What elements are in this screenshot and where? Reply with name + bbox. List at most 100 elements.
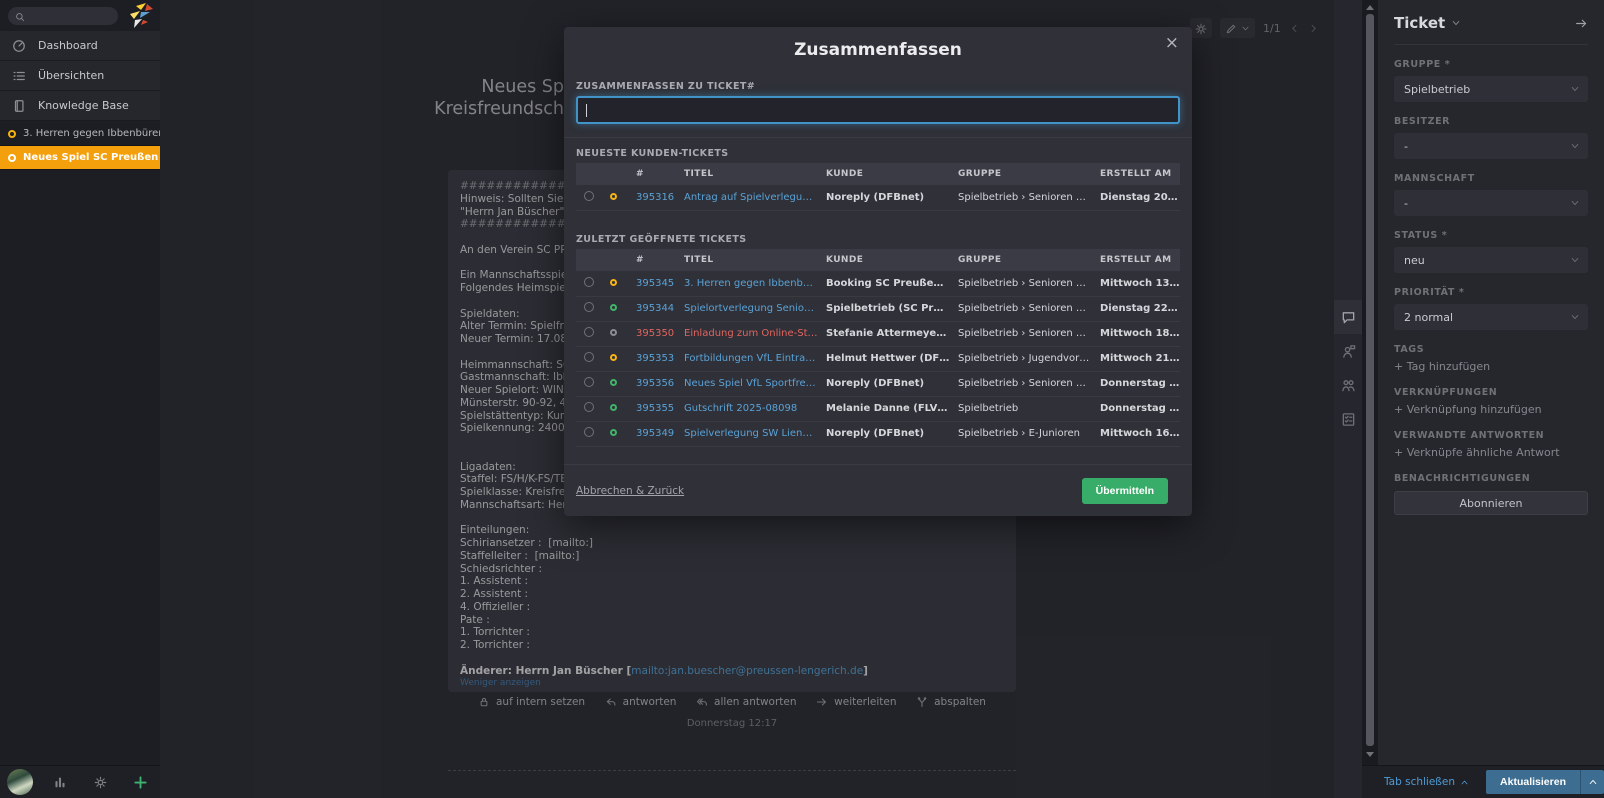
cancel-back-link[interactable]: Abbrechen & Zurück xyxy=(576,485,684,497)
radio-button[interactable] xyxy=(584,302,594,312)
ticket-tab[interactable]: 3. Herren gegen Ibbenbürener S… xyxy=(0,122,160,146)
ticket-state-icon xyxy=(610,193,617,200)
people-icon[interactable] xyxy=(1334,368,1362,402)
ticket-title: Spielortverlegung Senior… xyxy=(676,296,818,321)
scrollbar[interactable] xyxy=(1362,0,1378,765)
row-state-cell xyxy=(602,371,628,396)
ticket-row[interactable]: 395344Spielortverlegung Senior…Spielbetr… xyxy=(576,296,1180,321)
chevron-up-icon xyxy=(1460,776,1469,788)
divider xyxy=(564,464,1192,465)
subscribe-button[interactable]: Abonnieren xyxy=(1394,491,1588,515)
radio-button[interactable] xyxy=(584,277,594,287)
select-mannschaft[interactable]: - xyxy=(1394,190,1588,216)
add-verwandte-antworten-link[interactable]: + Verknüpfe ähnliche Antwort xyxy=(1394,446,1588,459)
customer-tickets-table: #TitelKundeGruppeErstellt am395316Antrag… xyxy=(576,163,1180,211)
new-ticket-plus-icon[interactable] xyxy=(120,775,160,790)
ticket-row[interactable]: 3953453. Herren gegen Ibbenbü…Booking SC… xyxy=(576,271,1180,296)
reports-icon[interactable] xyxy=(40,775,80,789)
ticket-title: Gutschrift 2025-08098 xyxy=(676,396,818,421)
row-state-cell xyxy=(602,296,628,321)
select-status[interactable]: neu xyxy=(1394,247,1588,273)
ticket-tab-label: Neues Spiel SC Preußen Lengeri… xyxy=(23,152,160,163)
merge-ticket-input[interactable] xyxy=(578,98,1178,122)
ticket-number: 395316 xyxy=(628,185,676,210)
ticket-title: Einladung zum Online-St… xyxy=(676,321,818,346)
chevron-down-icon[interactable] xyxy=(1451,18,1461,28)
column-header: Gruppe xyxy=(950,249,1092,271)
ticket-customer: Spielbetrieb (SC Preusse… xyxy=(818,296,950,321)
admin-gear-icon[interactable] xyxy=(80,775,120,789)
sidebar-item-übersichten[interactable]: Übersichten xyxy=(0,61,160,91)
column-header: Erstellt am xyxy=(1092,249,1180,271)
search-icon xyxy=(15,10,25,23)
chat-icon[interactable] xyxy=(1334,300,1362,334)
ticket-row[interactable]: 395355Gutschrift 2025-08098Melanie Danne… xyxy=(576,396,1180,421)
person-chat-icon[interactable] xyxy=(1334,334,1362,368)
add-verknüpfungen-link[interactable]: + Verknüpfung hinzufügen xyxy=(1394,403,1588,416)
ticket-number: 395349 xyxy=(628,421,676,446)
column-header xyxy=(602,163,628,185)
radio-button[interactable] xyxy=(584,352,594,362)
sidebar-title[interactable]: Ticket xyxy=(1394,14,1445,32)
row-state-cell xyxy=(602,271,628,296)
select-gruppe[interactable]: Spielbetrieb xyxy=(1394,76,1588,102)
ticket-row[interactable]: 395353Fortbildungen VfL Eintra…Helmut He… xyxy=(576,346,1180,371)
ticket-row[interactable]: 395316Antrag auf Spielverlegun…Noreply (… xyxy=(576,185,1180,210)
section-label-customer-tickets: Neueste Kunden-Tickets xyxy=(576,148,728,159)
gauge-icon xyxy=(12,39,26,53)
ticket-row[interactable]: 395349Spielverlegung SW Liene…Noreply (D… xyxy=(576,421,1180,446)
column-header: # xyxy=(628,249,676,271)
column-header: Erstellt am xyxy=(1092,163,1180,185)
field-label: Besitzer xyxy=(1394,116,1588,127)
user-avatar[interactable] xyxy=(0,769,40,795)
search-bar[interactable] xyxy=(8,7,118,25)
column-header: # xyxy=(628,163,676,185)
chevron-down-icon xyxy=(1570,198,1580,208)
field-label: Status * xyxy=(1394,230,1588,241)
sidebar-item-knowledge-base[interactable]: Knowledge Base xyxy=(0,91,160,121)
left-sidebar: DashboardÜbersichtenKnowledge Base 3. He… xyxy=(0,0,160,798)
ticket-tab-label: 3. Herren gegen Ibbenbürener S… xyxy=(23,128,160,139)
ticket-number: 395353 xyxy=(628,346,676,371)
ticket-group: Spielbetrieb › Senioren + A-Ju… xyxy=(950,296,1092,321)
section-label: Tags xyxy=(1394,344,1588,355)
scroll-up-arrow-icon[interactable] xyxy=(1366,5,1374,10)
ticket-row[interactable]: 395350Einladung zum Online-St…Stefanie A… xyxy=(576,321,1180,346)
select-prioritt[interactable]: 2 normal xyxy=(1394,304,1588,330)
row-radio-cell xyxy=(576,371,602,396)
close-tab-link[interactable]: Tab schließen xyxy=(1384,776,1469,788)
select-value: Spielbetrieb xyxy=(1404,83,1470,96)
ticket-created: Donnerstag 10:41 xyxy=(1092,396,1180,421)
ticket-tab[interactable]: Neues Spiel SC Preußen Lengeri… xyxy=(0,146,160,170)
column-header: Gruppe xyxy=(950,163,1092,185)
ticket-title: Neues Spiel VfL Sportfre… xyxy=(676,371,818,396)
scroll-down-arrow-icon[interactable] xyxy=(1366,752,1374,757)
add-tags-link[interactable]: + Tag hinzufügen xyxy=(1394,360,1588,373)
update-button[interactable]: Aktualisieren xyxy=(1486,770,1580,794)
radio-button[interactable] xyxy=(584,191,594,201)
ticket-customer: Noreply (DFBnet) xyxy=(818,185,950,210)
app-window: DashboardÜbersichtenKnowledge Base 3. He… xyxy=(0,0,1604,798)
submit-button[interactable]: Übermitteln xyxy=(1082,478,1168,504)
select-besitzer[interactable]: - xyxy=(1394,133,1588,159)
ticket-row[interactable]: 395356Neues Spiel VfL Sportfre…Noreply (… xyxy=(576,371,1180,396)
update-options-chevron-icon[interactable] xyxy=(1580,770,1604,794)
row-radio-cell xyxy=(576,321,602,346)
search-input[interactable] xyxy=(30,11,110,22)
sidebar-item-dashboard[interactable]: Dashboard xyxy=(0,31,160,61)
ticket-group: Spielbetrieb › Jugendvorstand xyxy=(950,346,1092,371)
section-label: Verwandte Antworten xyxy=(1394,430,1588,441)
radio-button[interactable] xyxy=(584,377,594,387)
divider xyxy=(564,137,1192,138)
ticket-created: Dienstag 20:15 xyxy=(1092,185,1180,210)
ticket-tab-list: 3. Herren gegen Ibbenbürener S… Neues Spi… xyxy=(0,122,160,170)
radio-button[interactable] xyxy=(584,427,594,437)
ticket-state-icon xyxy=(8,154,16,162)
checklist-icon[interactable] xyxy=(1334,402,1362,436)
row-state-cell xyxy=(602,321,628,346)
scrollbar-thumb[interactable] xyxy=(1366,14,1374,746)
arrow-right-icon[interactable] xyxy=(1575,17,1588,30)
list-icon xyxy=(12,69,26,83)
radio-button[interactable] xyxy=(584,327,594,337)
radio-button[interactable] xyxy=(584,402,594,412)
